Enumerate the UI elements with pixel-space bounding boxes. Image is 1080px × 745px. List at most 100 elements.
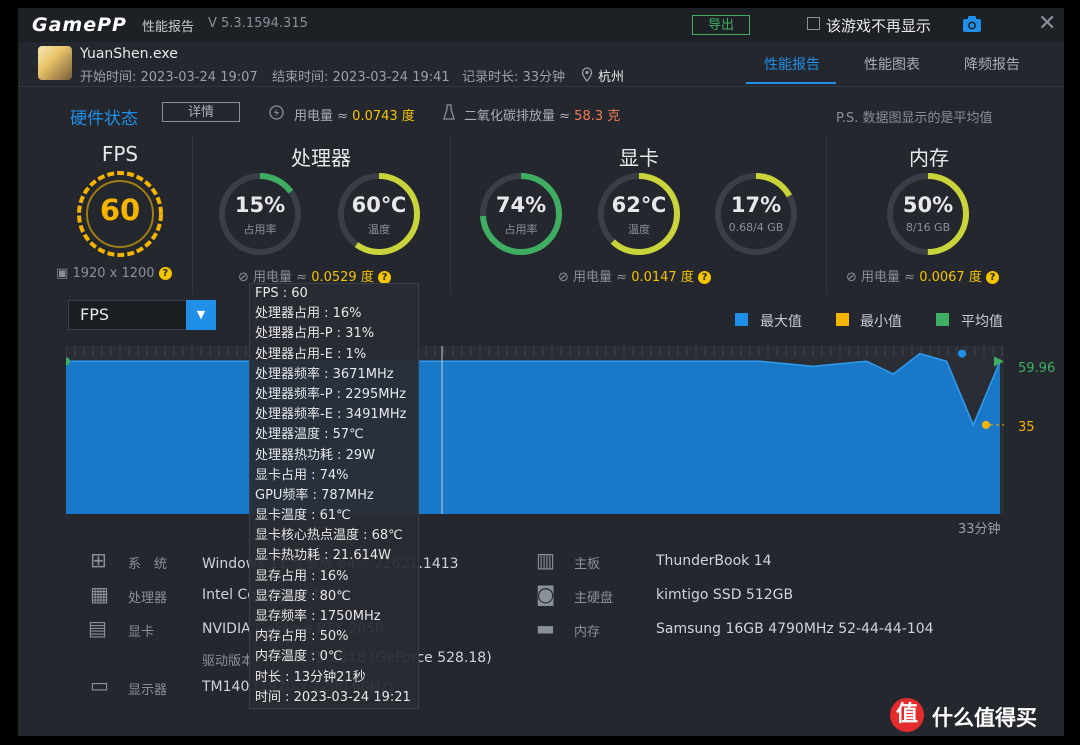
- gpu-usage-value: 74%: [495, 193, 547, 217]
- vram-value: 17%: [730, 193, 782, 217]
- legend-min-swatch: [836, 313, 849, 326]
- process-name: YuanShen.exe: [80, 46, 178, 62]
- mem-title: 内存: [909, 146, 949, 170]
- help-icon[interactable]: ?: [985, 271, 999, 284]
- co2-icon: [443, 104, 455, 125]
- gpu-power-label: 用电量 ≈: [573, 270, 628, 285]
- header-divider: [18, 86, 1064, 87]
- info-value-disk: kimtigo SSD 512GB: [656, 587, 794, 603]
- tooltip-line: 处理器频率 : 3671MHz: [255, 366, 394, 382]
- game-avatar: [38, 46, 72, 80]
- tooltip-line: 显卡温度 : 61℃: [255, 508, 351, 524]
- gpu-title: 显卡: [619, 146, 659, 170]
- end-time: 结束时间: 2023-03-24 19:41: [272, 70, 450, 85]
- gpu-usage-label: 占用率: [504, 223, 538, 236]
- window-subtitle: 性能报告: [142, 20, 195, 35]
- no-show-label: 该游戏不再显示: [826, 17, 932, 35]
- gpu-temp-gauge: 62℃ 温度: [594, 169, 684, 259]
- tab-throttle-report[interactable]: 降频报告: [964, 54, 1020, 74]
- export-button[interactable]: 导出: [692, 15, 750, 35]
- help-icon[interactable]: ?: [697, 271, 711, 284]
- resolution-value: 1920 x 1200: [72, 266, 155, 281]
- tooltip-line: 显存温度 : 80℃: [255, 588, 351, 604]
- power-small-icon: ⊘: [238, 270, 249, 285]
- info-value-board: ThunderBook 14: [656, 553, 772, 569]
- gpu-usage-gauge: 74% 占用率: [476, 169, 566, 259]
- mem-usage-label: 8/16 GB: [905, 221, 951, 234]
- tooltip-line: 处理器频率-P : 2295MHz: [255, 386, 407, 402]
- chevron-down-icon[interactable]: ▼: [186, 300, 216, 330]
- fps-area: [66, 353, 1000, 514]
- memory-icon: ▬: [536, 616, 555, 640]
- tooltip-line: 处理器温度 : 57℃: [255, 427, 364, 443]
- info-key-driver: 驱动版本: [202, 654, 255, 669]
- disk-icon: ◙: [536, 582, 556, 606]
- windows-icon: ⊞: [90, 548, 107, 572]
- power-label: 用电量 ≈: [294, 109, 349, 124]
- location-pin-icon: [581, 67, 593, 86]
- tooltip-line: 显卡核心热点温度 : 68℃: [255, 528, 403, 544]
- legend-min: 最小值: [860, 314, 902, 330]
- cpu-temp-value: 60℃: [351, 193, 407, 217]
- tooltip-line: 时间 : 2023-03-24 19:21: [255, 689, 411, 705]
- tooltip-line: 时长 : 13分钟21秒: [255, 669, 366, 685]
- section-divider: [450, 136, 451, 294]
- gamepp-logo: GamePP: [32, 14, 127, 36]
- info-key-mem: 内存: [574, 625, 601, 640]
- cpu-title: 处理器: [291, 146, 351, 170]
- tooltip-line: 显存频率 : 1750MHz: [255, 609, 381, 624]
- fps-value: 60: [99, 193, 141, 227]
- location: 杭州: [598, 70, 625, 85]
- cpu-temp-gauge: 60℃ 温度: [334, 169, 424, 259]
- tooltip-line: 显卡占用 : 74%: [255, 467, 349, 483]
- chart-tooltip: FPS : 60 处理器占用 : 16% 处理器占用-P : 31% 处理器占用-E …: [249, 283, 419, 709]
- fps-resolution: ▣ 1920 x 1200 ?: [56, 266, 172, 281]
- active-tab-indicator: [746, 82, 836, 84]
- watermark-badge: 值: [890, 698, 924, 732]
- total-power: 用电量 ≈ 0.0743 度: [294, 105, 415, 124]
- tab-performance-report[interactable]: 性能报告: [764, 54, 820, 74]
- power-icon: [269, 105, 284, 124]
- report-window: GamePP 性能报告 V 5.3.1594.315 导出 该游戏不再显示 ✕ …: [18, 8, 1064, 736]
- mem-usage-value: 50%: [902, 193, 954, 217]
- gpu-icon: ▤: [88, 616, 107, 640]
- cpu-temp-label: 温度: [368, 223, 390, 236]
- vram-gauge: 17% 0.68/4 GB: [711, 169, 801, 259]
- power-small-icon: ⊘: [558, 270, 569, 285]
- duration: 记录时长: 33分钟: [462, 70, 566, 85]
- fps-title: FPS: [101, 142, 139, 166]
- watermark-text: 什么值得买: [932, 706, 1037, 730]
- legend-avg-swatch: [936, 313, 949, 326]
- no-show-checkbox[interactable]: [807, 17, 820, 30]
- power-small-icon: ⊘: [846, 270, 857, 285]
- co2-value: 58.3 克: [574, 109, 621, 124]
- co2-label: 二氧化碳排放量 ≈: [464, 109, 571, 124]
- min-label: 35: [1018, 420, 1035, 435]
- tab-performance-chart[interactable]: 性能图表: [864, 54, 920, 74]
- help-icon[interactable]: ?: [158, 267, 172, 280]
- avg-label: 59.96: [1018, 361, 1056, 376]
- section-divider: [826, 136, 827, 294]
- cpu-usage-gauge: 15% 占用率: [215, 169, 305, 259]
- legend-max-swatch: [735, 313, 748, 326]
- legend-max: 最大值: [760, 314, 802, 330]
- version-label: V 5.3.1594.315: [208, 16, 308, 31]
- motherboard-icon: ▥: [536, 548, 555, 572]
- gpu-power-value: 0.0147 度: [631, 270, 694, 285]
- max-marker: [958, 349, 966, 358]
- display-icon: ▭: [90, 673, 109, 697]
- fps-chart[interactable]: [66, 346, 1004, 514]
- tooltip-line: 显卡热功耗 : 21.614W: [255, 548, 391, 564]
- co2-emission: 二氧化碳排放量 ≈ 58.3 克: [464, 105, 620, 124]
- mem-power-value: 0.0067 度: [919, 270, 982, 285]
- info-key-os: 系 统: [128, 557, 168, 572]
- tooltip-line: 显存占用 : 16%: [255, 568, 349, 584]
- hardware-status-title: 硬件状态: [70, 109, 138, 129]
- detail-button[interactable]: 详情: [162, 102, 240, 122]
- ps-note: P.S. 数据图显示的是平均值: [836, 111, 993, 126]
- section-divider: [192, 136, 193, 294]
- camera-icon[interactable]: [962, 15, 982, 37]
- gpu-power: ⊘ 用电量 ≈ 0.0147 度 ?: [558, 266, 711, 285]
- info-key-display: 显示器: [128, 683, 168, 698]
- close-icon[interactable]: ✕: [1038, 11, 1056, 36]
